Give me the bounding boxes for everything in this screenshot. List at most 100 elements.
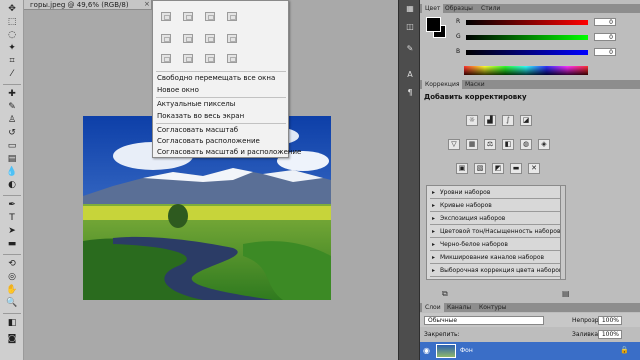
move-tool-icon[interactable]: ✥	[6, 4, 18, 15]
photo-filter-icon[interactable]: ◍	[520, 139, 532, 150]
healing-brush-tool-icon[interactable]: ✚	[6, 89, 18, 100]
tile-layout-icon[interactable]	[205, 12, 215, 21]
expand-triangle-icon[interactable]: ▸	[432, 253, 440, 263]
list-item[interactable]: ▸ Микширование каналов наборов	[430, 253, 560, 264]
tab-paths[interactable]: Контуры	[476, 303, 509, 312]
layer-name[interactable]: Фон	[460, 347, 473, 354]
vibrance-icon[interactable]: ▽	[448, 139, 460, 150]
menu-item-float-all[interactable]: Свободно перемещать все окна	[157, 74, 275, 82]
blur-tool-icon[interactable]: 💧	[6, 167, 18, 178]
tab-channels[interactable]: Каналы	[444, 303, 474, 312]
gradient-map-icon[interactable]: ▬	[510, 163, 522, 174]
tile-layout-icon[interactable]	[161, 34, 171, 43]
tab-color[interactable]: Цвет	[422, 4, 444, 13]
levels-icon[interactable]: ▟	[484, 115, 496, 126]
list-item[interactable]: ▸ Уровни наборов	[430, 188, 560, 199]
history-brush-tool-icon[interactable]: ↺	[6, 128, 18, 139]
invert-icon[interactable]: ▣	[456, 163, 468, 174]
tile-layout-icon[interactable]	[205, 34, 215, 43]
foreground-color-swatch[interactable]	[426, 17, 441, 32]
tile-layout-icon[interactable]	[183, 34, 193, 43]
brush-tool-icon[interactable]: ✎	[6, 102, 18, 113]
tile-layout-icon[interactable]	[227, 54, 237, 63]
adjustment-options-icon[interactable]: ▤	[562, 289, 570, 298]
menu-item-match-zoom-and-location[interactable]: Согласовать масштаб и расположение	[157, 148, 301, 156]
tab-styles[interactable]: Стили	[478, 4, 503, 13]
magic-wand-tool-icon[interactable]: ✦	[6, 43, 18, 54]
zoom-tool-icon[interactable]: 🔍	[6, 298, 18, 309]
navigator-panel-icon[interactable]: ◫	[404, 22, 416, 32]
history-panel-icon[interactable]: ▦	[404, 4, 416, 14]
foreground-background-colors-icon[interactable]: ◧	[6, 318, 18, 329]
blue-track[interactable]	[466, 50, 588, 55]
3d-orbit-tool-icon[interactable]: ◎	[6, 272, 18, 283]
green-track[interactable]	[466, 35, 588, 40]
hand-tool-icon[interactable]: ✋	[6, 285, 18, 296]
color-balance-icon[interactable]: ⚖	[484, 139, 496, 150]
expand-triangle-icon[interactable]: ▸	[432, 266, 440, 276]
eye-icon[interactable]: ◉	[423, 346, 433, 355]
red-track[interactable]	[466, 20, 588, 25]
list-item[interactable]: ▸ Цветовой тон/Насыщенность наборов	[430, 227, 560, 238]
3d-rotate-tool-icon[interactable]: ⟲	[6, 259, 18, 270]
expand-triangle-icon[interactable]: ▸	[432, 201, 440, 211]
tile-layout-icon[interactable]	[161, 54, 171, 63]
tile-layout-icon[interactable]	[161, 12, 171, 21]
shape-tool-icon[interactable]: ▬	[6, 239, 18, 250]
green-value[interactable]: 0	[594, 33, 616, 41]
type-tool-icon[interactable]: T	[6, 213, 18, 224]
eraser-tool-icon[interactable]: ▭	[6, 141, 18, 152]
character-panel-icon[interactable]: A	[404, 70, 416, 80]
posterize-icon[interactable]: ▧	[474, 163, 486, 174]
tile-layout-icon[interactable]	[205, 54, 215, 63]
document-tab[interactable]: горы.jpeg @ 49,6% (RGB/8) ×	[24, 0, 152, 10]
opacity-field[interactable]: 100%	[598, 316, 622, 325]
tab-masks[interactable]: Маски	[462, 80, 488, 89]
list-item[interactable]: ▸ Экспозиция наборов	[430, 214, 560, 225]
dodge-tool-icon[interactable]: ◐	[6, 180, 18, 191]
expand-triangle-icon[interactable]: ▸	[432, 240, 440, 250]
fill-field[interactable]: 100%	[598, 330, 622, 339]
menu-item-actual-pixels[interactable]: Актуальные пикселы	[157, 100, 235, 108]
quick-mask-icon[interactable]: ◙	[6, 334, 18, 345]
tile-layout-icon[interactable]	[227, 34, 237, 43]
hue-saturation-icon[interactable]: ▦	[466, 139, 478, 150]
pen-tool-icon[interactable]: ✒	[6, 200, 18, 211]
tile-layout-icon[interactable]	[183, 12, 193, 21]
crop-tool-icon[interactable]: ⌗	[6, 56, 18, 67]
path-selection-tool-icon[interactable]: ➤	[6, 226, 18, 237]
red-value[interactable]: 0	[594, 18, 616, 26]
presets-scrollbar[interactable]	[560, 185, 566, 280]
blend-mode-select[interactable]: Обычные	[424, 316, 544, 325]
tab-adjustments[interactable]: Коррекция	[422, 80, 463, 89]
expand-triangle-icon[interactable]: ▸	[432, 188, 440, 198]
tile-layout-icon[interactable]	[183, 54, 193, 63]
menu-item-match-location[interactable]: Согласовать расположение	[157, 137, 260, 145]
selective-color-icon[interactable]: ✕	[528, 163, 540, 174]
marquee-tool-icon[interactable]: ⬚	[6, 17, 18, 28]
exposure-icon[interactable]: ◪	[520, 115, 532, 126]
tab-swatches[interactable]: Образцы	[442, 4, 476, 13]
menu-item-fit-on-screen[interactable]: Показать во весь экран	[157, 112, 244, 120]
curves-icon[interactable]: ∫	[502, 115, 514, 126]
brightness-icon[interactable]: ☼	[466, 115, 478, 126]
close-icon[interactable]: ×	[144, 0, 150, 8]
tab-layers[interactable]: Слои	[422, 303, 444, 312]
black-white-icon[interactable]: ◧	[502, 139, 514, 150]
menu-item-match-zoom[interactable]: Согласовать масштаб	[157, 126, 238, 134]
expand-triangle-icon[interactable]: ▸	[432, 227, 440, 237]
menu-item-new-window[interactable]: Новое окно	[157, 86, 199, 94]
blue-value[interactable]: 0	[594, 48, 616, 56]
lasso-tool-icon[interactable]: ◌	[6, 30, 18, 41]
gradient-tool-icon[interactable]: ▤	[6, 154, 18, 165]
expand-triangle-icon[interactable]: ▸	[432, 214, 440, 224]
list-item[interactable]: ▸ Выборочная коррекция цвета наборов	[430, 266, 562, 277]
tile-layout-icon[interactable]	[227, 12, 237, 21]
channel-mixer-icon[interactable]: ◈	[538, 139, 550, 150]
list-item[interactable]: ▸ Кривые наборов	[430, 201, 560, 212]
paragraph-panel-icon[interactable]: ¶	[404, 88, 416, 98]
clip-to-layer-icon[interactable]: ⧉	[442, 289, 448, 299]
brushes-panel-icon[interactable]: ✎	[404, 44, 416, 54]
clone-stamp-tool-icon[interactable]: ♙	[6, 115, 18, 126]
list-item[interactable]: ▸ Черно-белое наборов	[430, 240, 560, 251]
